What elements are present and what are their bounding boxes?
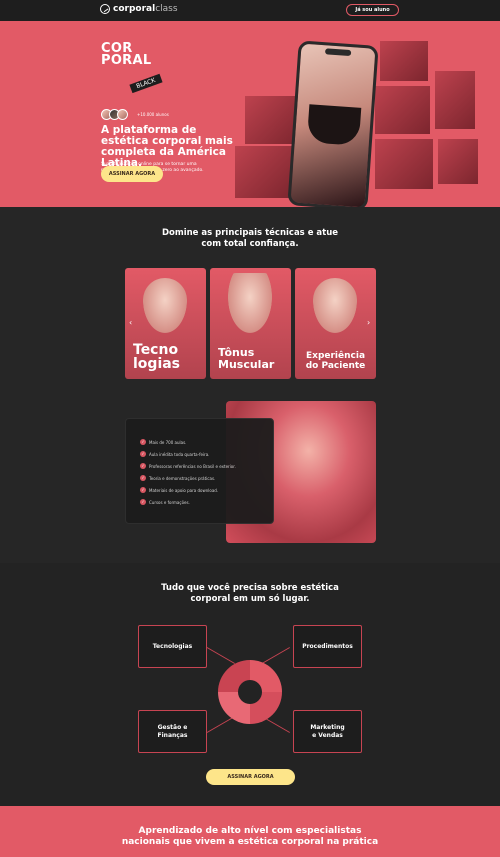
phone-mockup — [287, 40, 379, 207]
avatar — [117, 109, 128, 120]
check-icon: ✓ — [140, 451, 146, 457]
card-photo — [313, 278, 357, 333]
feature-item: ✓ Aula inédita toda quarta-feira. — [140, 451, 210, 457]
topics-section: Tudo que você precisa sobre estética cor… — [0, 563, 500, 806]
feature-item: ✓ Teoria e demonstrações práticas. — [140, 475, 216, 481]
brand-line-2: PORAL — [101, 53, 152, 68]
technique-card-tecnologias[interactable]: Tecno logias — [125, 268, 206, 379]
brand-logo: COR PORAL — [101, 42, 152, 68]
topics-donut-graphic — [218, 660, 282, 724]
check-icon: ✓ — [140, 499, 146, 505]
hero-photo — [375, 86, 430, 134]
logo-icon — [100, 4, 110, 14]
students-count: +10.000 alunos — [137, 112, 169, 117]
student-avatars — [101, 109, 128, 120]
logo-text-bold: corporal — [113, 4, 156, 14]
carousel-prev-icon[interactable]: ‹ — [129, 318, 132, 327]
card-photo — [228, 273, 272, 333]
technique-card-experiencia[interactable]: Experiência do Paciente — [295, 268, 376, 379]
hero-photo — [380, 41, 428, 81]
technique-card-tonus[interactable]: Tônus Muscular — [210, 268, 291, 379]
feature-item: ✓ Materiais de apoio para download. — [140, 487, 219, 493]
subscribe-button[interactable]: ASSINAR AGORA — [101, 166, 163, 182]
carousel-next-icon[interactable]: › — [367, 318, 370, 327]
hero-photo — [235, 146, 293, 198]
phone-screen-image — [306, 104, 362, 146]
subscribe-button-2[interactable]: ASSINAR AGORA — [206, 769, 295, 785]
experts-title: Aprendizado de alto nível com especialis… — [121, 826, 379, 847]
check-icon: ✓ — [140, 475, 146, 481]
card-photo — [143, 278, 187, 333]
card-label: Tônus Muscular — [218, 346, 275, 371]
landing-page: corporal class Já sou aluno COR PORAL BLA… — [0, 0, 500, 857]
feature-item: ✓ Mais de 700 aulas. — [140, 439, 187, 445]
connector-line — [206, 716, 235, 733]
phone-notch — [324, 48, 352, 57]
student-login-button[interactable]: Já sou aluno — [346, 4, 399, 16]
logo-text-light: class — [155, 4, 178, 14]
feature-item: ✓ Professoras referências no Brasil e ext… — [140, 463, 236, 469]
feature-item: ✓ Cursos e formações. — [140, 499, 190, 505]
hero-photo — [375, 139, 433, 189]
topic-node-marketing: Marketing e Vendas — [293, 710, 362, 753]
top-bar: corporal class Já sou aluno — [0, 0, 500, 21]
hero-photo — [438, 139, 478, 184]
connector-line — [206, 647, 235, 664]
check-icon: ✓ — [140, 487, 146, 493]
topic-node-gestao: Gestão e Finanças — [138, 710, 207, 753]
features-list: ✓ Mais de 700 aulas. ✓ Aula inédita toda q… — [125, 418, 274, 524]
card-label: Experiência do Paciente — [305, 351, 366, 371]
hero-section: COR PORAL BLACK +10.000 alunos A platafo… — [0, 21, 500, 207]
hero-photo — [435, 71, 475, 129]
topics-title: Tudo que você precisa sobre estética cor… — [161, 583, 339, 604]
techniques-title: Domine as principais técnicas e atue com… — [161, 228, 339, 249]
brand-tag: BLACK — [129, 73, 163, 94]
card-label: Tecno logias — [133, 342, 181, 372]
experts-section: Aprendizado de alto nível com especialis… — [0, 806, 500, 857]
logo[interactable]: corporal class — [100, 4, 178, 14]
topic-node-tecnologias: Tecnologias — [138, 625, 207, 668]
connector-line — [261, 647, 290, 664]
check-icon: ✓ — [140, 439, 146, 445]
check-icon: ✓ — [140, 463, 146, 469]
topic-node-procedimentos: Procedimentos — [293, 625, 362, 668]
